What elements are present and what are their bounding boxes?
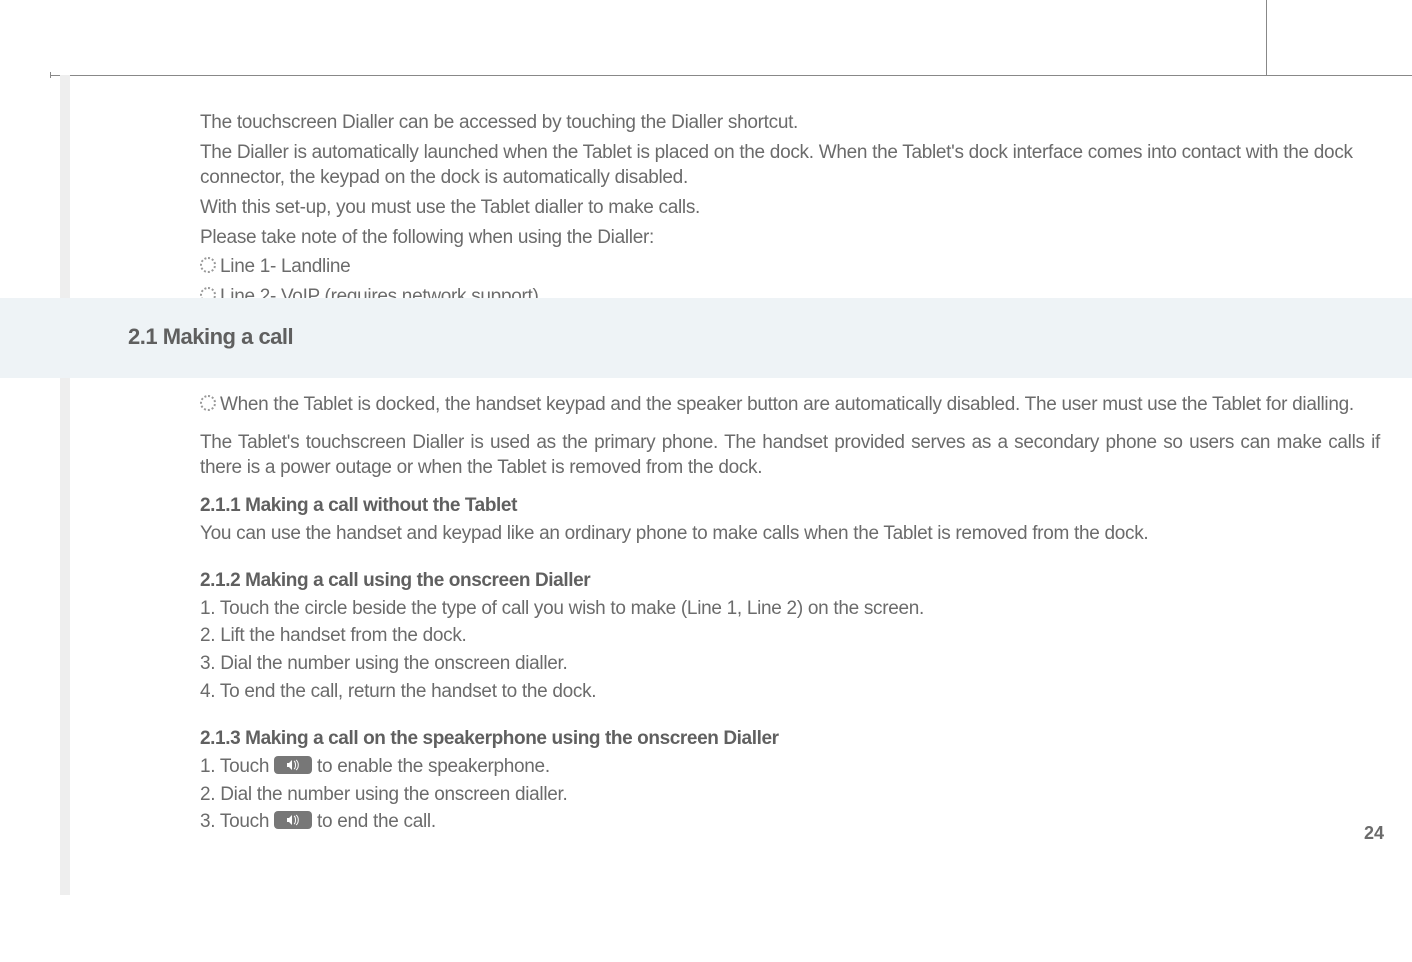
speaker-icon <box>274 811 312 829</box>
intro-line-2: The Dialler is automatically launched wh… <box>200 140 1380 191</box>
speaker-icon <box>274 756 312 774</box>
crop-mark-horizontal <box>50 75 1412 76</box>
s213-step-3: 3. Touch to end the call. <box>200 809 1380 835</box>
intro-block: The touchscreen Dialler can be accessed … <box>200 110 1380 313</box>
page-number: 24 <box>1364 823 1384 844</box>
subhead-2-1-1: 2.1.1 Making a call without the Tablet <box>200 493 1380 519</box>
s213-step-1a: 1. Touch <box>200 756 274 777</box>
subhead-2-1-3: 2.1.3 Making a call on the speakerphone … <box>200 726 1380 752</box>
section-body: When the Tablet is docked, the handset k… <box>200 392 1380 837</box>
s211-text: You can use the handset and keypad like … <box>200 521 1380 547</box>
intro-bullet-1: Line 1- Landline <box>200 254 1380 280</box>
subhead-2-1-2: 2.1.2 Making a call using the onscreen D… <box>200 568 1380 594</box>
primary-phone-note: The Tablet's touchscreen Dialler is used… <box>200 430 1380 481</box>
intro-line-3: With this set-up, you must use the Table… <box>200 195 1380 221</box>
s212-step-4: 4. To end the call, return the handset t… <box>200 679 1380 705</box>
docked-note: When the Tablet is docked, the handset k… <box>200 392 1380 418</box>
intro-line-4: Please take note of the following when u… <box>200 225 1380 251</box>
crop-mark-tick <box>50 72 51 78</box>
left-margin-bar <box>60 75 70 895</box>
s212-step-2: 2. Lift the handset from the dock. <box>200 623 1380 649</box>
s213-step-2: 2. Dial the number using the onscreen di… <box>200 782 1380 808</box>
s212-step-3: 3. Dial the number using the onscreen di… <box>200 651 1380 677</box>
section-title: 2.1 Making a call <box>128 324 293 350</box>
crop-mark-top <box>0 0 1267 75</box>
s212-step-1: 1. Touch the circle beside the type of c… <box>200 596 1380 622</box>
s213-step-3a: 3. Touch <box>200 811 274 832</box>
s213-step-1b: to enable the speakerphone. <box>317 756 550 777</box>
s213-step-1: 1. Touch to enable the speakerphone. <box>200 754 1380 780</box>
intro-line-1: The touchscreen Dialler can be accessed … <box>200 110 1380 136</box>
s213-step-3b: to end the call. <box>317 811 436 832</box>
